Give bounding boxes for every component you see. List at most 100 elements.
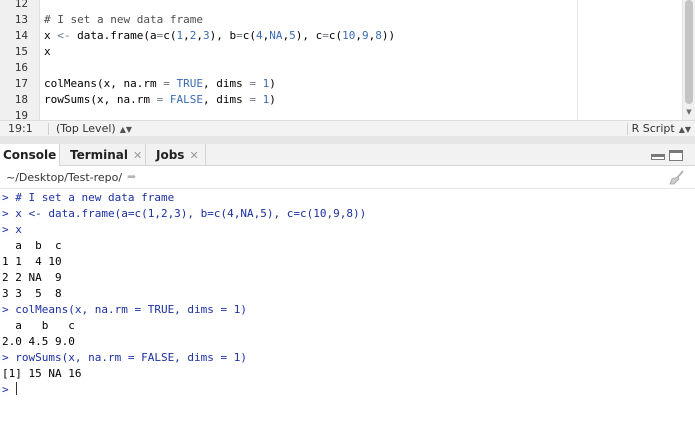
code-token: # I set a new data frame [44,13,203,26]
console-output[interactable]: > # I set a new data frame > x <- data.fr… [0,189,695,421]
code-line[interactable]: x <- data.frame(a=c(1,2,3), b=c(4,NA,5),… [44,28,395,44]
filetype-selector[interactable]: R Script ▲▼ [632,122,691,135]
line-number: 17 [14,77,28,90]
code-token: 8 [375,29,382,42]
code-token: c( [242,29,256,42]
minimize-pane-icon[interactable] [651,154,665,160]
code-token: )) [381,29,396,42]
console-output-line: 2.0 4.5 9.0 [2,335,82,348]
text-cursor [16,382,18,395]
line-number: 19 [14,109,28,120]
code-token: c( [328,29,343,42]
line-number-gutter: 12 13 14 15 16 17 18 19 [0,0,40,120]
console-input-line: > rowSums(x, na.rm = FALSE, dims = 1) [2,351,248,364]
console-prompt[interactable]: > [2,382,18,398]
console-output-line: a b c [2,239,62,252]
code-token: 4 [255,29,263,42]
console-input-line: > x [2,223,22,236]
tab-label: Console [3,148,57,162]
console-output-line: a b c [2,319,82,332]
code-token: = [322,29,329,42]
tab-terminal[interactable]: Terminal ✕ [60,144,146,166]
code-token: data.frame(a [70,29,157,42]
pane-splitter[interactable] [0,136,695,144]
filetype-label: R Script [631,122,675,135]
clear-console-broom-icon[interactable] [669,170,685,185]
code-token: ) [269,93,276,106]
code-token: FALSE [169,93,203,106]
code-token: = [249,93,256,106]
go-to-directory-icon[interactable]: ➦ [127,170,136,183]
source-editor[interactable]: 12 13 14 15 16 17 18 19 # I set a new data fram… [0,0,695,120]
scroll-down-arrow-icon[interactable]: ▼ [685,108,693,116]
prompt-symbol: > [2,383,16,396]
code-area[interactable]: # I set a new data frame x <- data.frame(… [40,0,682,120]
maximize-pane-icon[interactable] [669,150,683,161]
editor-scrollbar[interactable]: ▼ [682,0,695,120]
line-number: 16 [14,61,28,74]
console-input-line: > x <- data.frame(a=c(1,2,3), b=c(4,NA,5… [2,207,367,220]
code-token: ) [269,77,276,90]
code-token: , dims [202,77,250,90]
code-token: = [249,77,256,90]
console-input-line: > colMeans(x, na.rm = TRUE, dims = 1) [2,303,248,316]
pane-window-controls [651,150,687,162]
code-token: x [44,45,51,58]
code-token: rowSums(x, na.rm [44,93,157,106]
scope-selector[interactable]: (Top Level) ▲▼ [56,122,132,135]
close-icon[interactable]: ✕ [133,149,142,162]
code-token: , [183,29,190,42]
code-token: , [355,29,362,42]
close-icon[interactable]: ✕ [189,149,198,162]
working-directory-path: ~/Desktop/Test-repo/ [6,171,123,184]
code-line[interactable]: # I set a new data frame [44,12,203,28]
code-token: NA [269,29,283,42]
updown-icon: ▲▼ [678,125,691,134]
code-token: = [236,29,243,42]
tab-label: Terminal [70,148,129,162]
code-token: colMeans(x, na.rm [44,77,164,90]
code-token: 5 [289,29,296,42]
tab-jobs[interactable]: Jobs ✕ [146,144,206,166]
code-token: ), c [295,29,323,42]
code-token: = [163,77,170,90]
code-token: <- [57,29,71,42]
console-output-line: 3 3 5 8 [2,287,62,300]
editor-status-bar: 19:1 (Top Level) ▲▼ R Script ▲▼ [0,120,695,136]
updown-icon: ▲▼ [119,125,132,134]
code-token: 10 [342,29,356,42]
code-line[interactable]: rowSums(x, na.rm = FALSE, dims = 1) [44,92,276,108]
line-number: 12 [14,0,28,10]
code-line[interactable]: x [44,44,51,60]
code-token: , [196,29,203,42]
code-token: , dims [202,93,250,106]
code-token: TRUE [176,77,203,90]
line-number: 18 [14,93,28,106]
code-line[interactable]: colMeans(x, na.rm = TRUE, dims = 1) [44,76,276,92]
cursor-position: 19:1 [8,122,33,135]
line-number: 14 [14,29,28,42]
status-divider [48,123,49,135]
tab-label: Jobs [156,148,185,162]
code-token: c( [163,29,177,42]
console-output-line: [1] 15 NA 16 [2,367,82,380]
console-output-line: 2 2 NA 9 [2,271,62,284]
editor-scrollbar-thumb[interactable] [685,0,693,104]
console-input-line: > # I set a new data frame [2,191,175,204]
working-directory-bar: ~/Desktop/Test-repo/ ➦ [0,166,695,189]
scope-label: (Top Level) [56,122,116,135]
tab-console[interactable]: Console [0,144,60,166]
code-token: 3 [202,29,210,42]
console-output-line: 1 1 4 10 [2,255,62,268]
line-number: 15 [14,45,28,58]
console-pane-tabbar: Console Terminal ✕ Jobs ✕ [0,144,695,166]
code-token: 9 [361,29,369,42]
code-token: x [44,29,58,42]
status-divider [627,123,628,135]
line-number: 13 [14,13,28,26]
print-margin-line [577,0,578,120]
code-token: ), b [209,29,237,42]
